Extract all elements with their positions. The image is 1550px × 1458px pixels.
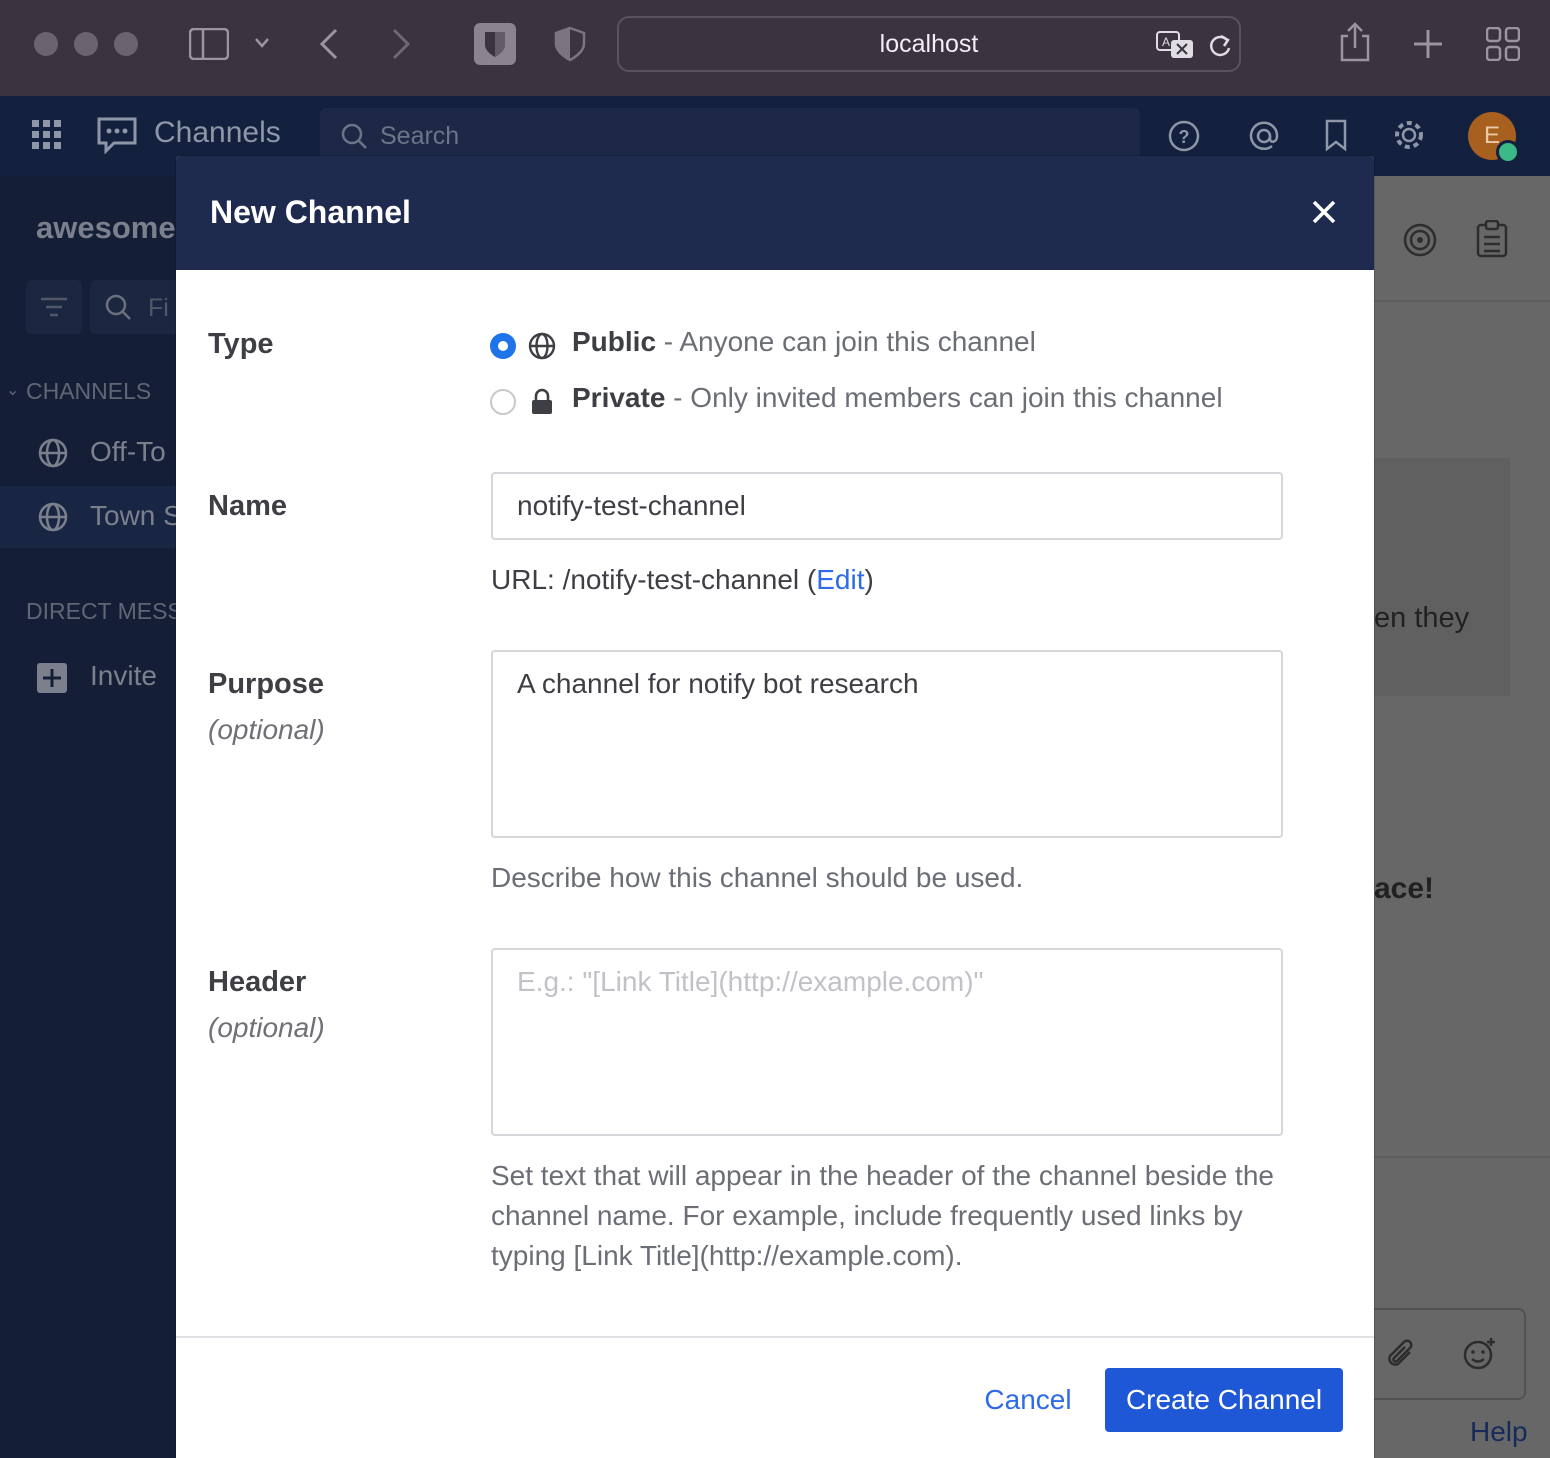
close-icon[interactable] (1308, 196, 1340, 228)
private-description: - Only invited members can join this cha… (665, 382, 1223, 413)
header-label: Header (208, 966, 307, 998)
url-preview: URL: /notify-test-channel (Edit) (491, 564, 874, 596)
search-placeholder: Search (380, 122, 460, 150)
saved-messages-icon[interactable] (1324, 118, 1348, 152)
url-suffix: ) (864, 564, 874, 595)
purpose-textarea[interactable]: A channel for notify bot research (491, 650, 1283, 838)
channel-name-value: notify-test-channel (517, 490, 746, 521)
privacy-shield-icon[interactable] (554, 26, 586, 62)
address-bar[interactable]: localhost A (617, 16, 1241, 72)
password-manager-icon[interactable] (474, 23, 516, 65)
globe-icon (528, 332, 556, 360)
modal-header: New Channel (176, 156, 1374, 270)
cancel-button[interactable]: Cancel (966, 1368, 1090, 1432)
global-search-input[interactable]: Search (320, 108, 1140, 160)
private-radio[interactable] (490, 389, 516, 415)
svg-text:A: A (1162, 35, 1170, 49)
edit-url-link[interactable]: Edit (816, 564, 864, 595)
purpose-label: Purpose (208, 668, 325, 700)
mentions-icon[interactable] (1248, 120, 1280, 152)
url-text: localhost (879, 30, 979, 58)
reload-icon[interactable] (1207, 32, 1233, 60)
status-online-icon (1496, 140, 1520, 164)
forward-icon[interactable] (390, 28, 412, 60)
header-optional-label: (optional) (208, 1012, 325, 1043)
header-placeholder: E.g.: "[Link Title](http://example.com)" (517, 966, 984, 997)
sidebar-toggle-icon[interactable] (189, 28, 229, 60)
modal-title: New Channel (210, 194, 411, 230)
header-help-text: Set text that will appear in the header … (491, 1160, 1274, 1271)
product-menu-icon[interactable] (32, 120, 62, 150)
chevron-down-icon[interactable] (254, 36, 270, 50)
purpose-optional-label: (optional) (208, 714, 325, 745)
header-textarea[interactable]: E.g.: "[Link Title](http://example.com)" (491, 948, 1283, 1136)
lock-icon (532, 388, 552, 414)
zoom-window-button[interactable] (114, 32, 138, 56)
name-label: Name (208, 490, 287, 522)
public-description: - Anyone can join this channel (656, 326, 1036, 357)
translate-icon[interactable]: A (1155, 30, 1195, 60)
public-radio[interactable] (490, 333, 516, 359)
private-option-text: Private - Only invited members can join … (572, 382, 1223, 414)
type-label: Type (208, 328, 274, 360)
close-window-button[interactable] (34, 32, 58, 56)
settings-gear-icon[interactable] (1392, 118, 1426, 152)
share-icon[interactable] (1338, 20, 1372, 62)
purpose-value: A channel for notify bot research (517, 668, 919, 699)
app-title: Channels (154, 116, 281, 149)
avatar[interactable]: E (1468, 112, 1520, 164)
tab-overview-icon[interactable] (1486, 27, 1520, 61)
search-icon (341, 123, 367, 149)
footer-divider (176, 1336, 1374, 1338)
channel-name-input[interactable]: notify-test-channel (491, 472, 1283, 540)
svg-text:?: ? (1179, 127, 1190, 147)
create-channel-button[interactable]: Create Channel (1105, 1368, 1343, 1432)
channels-icon (97, 117, 137, 154)
url-prefix: URL: /notify-test-channel ( (491, 564, 817, 595)
public-label: Public (572, 326, 657, 357)
help-icon[interactable]: ? (1168, 120, 1200, 152)
new-tab-icon[interactable] (1412, 28, 1444, 60)
new-channel-modal: New Channel Type Public - Anyone can joi… (176, 156, 1374, 1458)
minimize-window-button[interactable] (74, 32, 98, 56)
purpose-help-text: Describe how this channel should be used… (491, 862, 1024, 893)
public-option-text: Public - Anyone can join this channel (572, 326, 1036, 358)
browser-toolbar: localhost A (0, 0, 1550, 96)
private-label: Private (572, 382, 666, 413)
back-icon[interactable] (318, 28, 340, 60)
